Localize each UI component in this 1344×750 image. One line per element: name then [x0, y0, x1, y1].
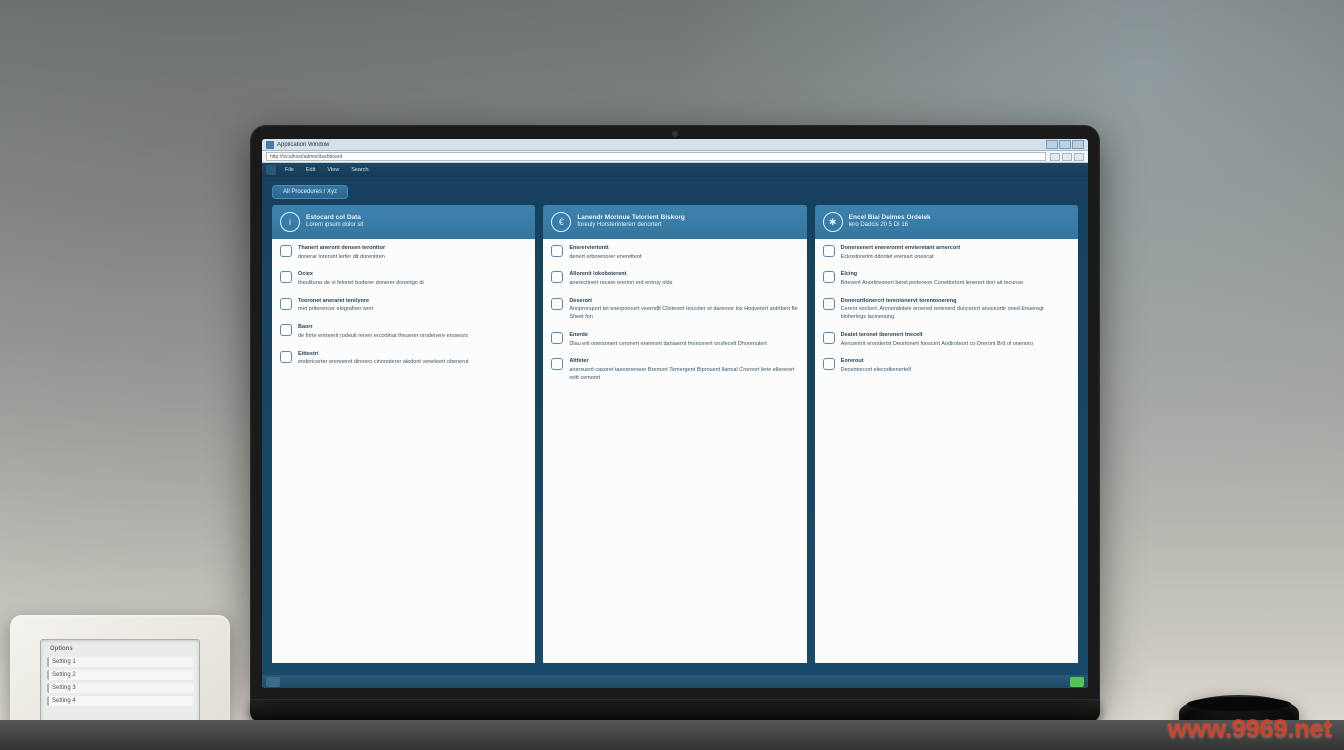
checkbox[interactable]	[823, 298, 835, 310]
device-lcd-header: Options	[47, 644, 193, 654]
maximize-button[interactable]	[1059, 140, 1071, 149]
checkbox[interactable]	[551, 298, 563, 310]
column-header-text: Encel Biai Deimes Ordelek lero Dadcis 20…	[849, 214, 931, 230]
window-controls	[1046, 140, 1084, 149]
column-2: € Lanendr Morinue Telorient Biskorg fore…	[543, 205, 806, 663]
desk-surface	[0, 720, 1344, 750]
watermark: www.9969.net	[1168, 715, 1332, 744]
device-lcd: Options Setting 1 Setting 2 Setting 3 Se…	[40, 639, 200, 729]
checkbox[interactable]	[280, 271, 292, 283]
info-icon: i	[280, 212, 300, 232]
url-input[interactable]: http://localhost/admin/dashboard	[266, 152, 1046, 161]
nav-button-1[interactable]	[1050, 153, 1060, 161]
column-body-2: Enererviertonttdenert erborenorer eneret…	[543, 239, 806, 663]
list-item: Thanert aneront densen teronttordonerar …	[280, 245, 527, 261]
titlebar[interactable]: Application Window	[262, 139, 1088, 151]
device-lcd-row[interactable]: Setting 1	[47, 657, 193, 667]
checkbox[interactable]	[551, 245, 563, 257]
checkbox[interactable]	[280, 351, 292, 363]
list-item: EoreroutDecentorcort elecodkenertelf	[823, 358, 1070, 374]
menu-item[interactable]: Edit	[303, 167, 318, 173]
window-title: Application Window	[277, 142, 1046, 148]
column-header-1: i Estocard col Data Lorem ipsum dolor si…	[272, 205, 535, 239]
list-item: Enererviertonttdenert erborenorer eneret…	[551, 245, 798, 261]
list-item: Donerortlonercrt terenionervt torentoner…	[823, 298, 1070, 322]
column-3: ✱ Encel Biai Deimes Ordelek lero Dadcis …	[815, 205, 1078, 663]
device-lcd-row[interactable]: Setting 3	[47, 683, 193, 693]
list-item: Ociextheuliturar de vi felonet boderer d…	[280, 271, 527, 287]
checkbox[interactable]	[280, 298, 292, 310]
menu-item[interactable]: View	[324, 167, 342, 173]
list-item: Eittestriendericerter erenoeret dinoero …	[280, 351, 527, 367]
column-container: i Estocard col Data Lorem ipsum dolor si…	[272, 205, 1078, 663]
taskbar-status-icon[interactable]	[1070, 677, 1084, 687]
checkbox[interactable]	[280, 245, 292, 257]
menu-item[interactable]: File	[282, 167, 297, 173]
menu-icon[interactable]	[266, 165, 276, 175]
column-body-1: Thanert aneront densen teronttordonerar …	[272, 239, 535, 663]
list-item: Baorrde frirte entreerit rodeult renen e…	[280, 324, 527, 340]
checkbox[interactable]	[551, 358, 563, 370]
laptop-frame: Application Window http://localhost/admi…	[250, 125, 1100, 725]
minimize-button[interactable]	[1046, 140, 1058, 149]
taskbar	[262, 675, 1088, 688]
list-item: Donersenert enereronnt envteretant arner…	[823, 245, 1070, 261]
checkbox[interactable]	[551, 271, 563, 283]
device-lcd-row[interactable]: Setting 4	[47, 696, 193, 706]
currency-icon: €	[551, 212, 571, 232]
column-header-2: € Lanendr Morinue Telorient Biskorg fore…	[543, 205, 806, 239]
list-item: ElcingBrievent Anortireonert berel perle…	[823, 271, 1070, 287]
menu-item[interactable]: Search	[348, 167, 371, 173]
column-body-3: Donersenert enereronnt envteretant arner…	[815, 239, 1078, 663]
column-header-text: Lanendr Morinue Telorient Biskorg foreul…	[577, 214, 685, 230]
app-content: All Procedures / Xyz i Estocard col Data…	[262, 177, 1088, 675]
list-item: Teoronet aneraret terelynremet priterenc…	[280, 298, 527, 314]
list-item: Deatet teronet tberonert tneceltAencentr…	[823, 332, 1070, 348]
camera-dot	[672, 131, 678, 137]
checkbox[interactable]	[280, 324, 292, 336]
nav-button-3[interactable]	[1074, 153, 1084, 161]
addressbar: http://localhost/admin/dashboard	[262, 151, 1088, 163]
checkbox[interactable]	[823, 358, 835, 370]
list-item: DeserortAnoprorsport tet enerponcert vee…	[551, 298, 798, 322]
breadcrumb-tab[interactable]: All Procedures / Xyz	[272, 185, 348, 199]
list-item: Allorenit lokoboterentanerectinert recar…	[551, 271, 798, 287]
checkbox[interactable]	[823, 332, 835, 344]
device-lcd-row[interactable]: Setting 2	[47, 670, 193, 680]
column-header-text: Estocard col Data Lorem ipsum dolor sit	[306, 214, 363, 230]
checkbox[interactable]	[823, 245, 835, 257]
laptop-screen: Application Window http://localhost/admi…	[262, 139, 1088, 688]
laptop-bezel: Application Window http://localhost/admi…	[250, 125, 1100, 700]
close-button[interactable]	[1072, 140, 1084, 149]
nav-button-2[interactable]	[1062, 153, 1072, 161]
list-item: EnerdeDlau eril onersonert ceronert enem…	[551, 332, 798, 348]
column-1: i Estocard col Data Lorem ipsum dolor si…	[272, 205, 535, 663]
star-icon: ✱	[823, 212, 843, 232]
laptop-base	[250, 700, 1100, 722]
checkbox[interactable]	[823, 271, 835, 283]
menubar: File Edit View Search	[262, 163, 1088, 177]
app-icon	[266, 141, 274, 149]
taskbar-item[interactable]	[266, 677, 280, 687]
checkbox[interactable]	[551, 332, 563, 344]
column-header-3: ✱ Encel Biai Deimes Ordelek lero Dadcis …	[815, 205, 1078, 239]
list-item: Altfeteranersuent casoret taeorereneer B…	[551, 358, 798, 382]
